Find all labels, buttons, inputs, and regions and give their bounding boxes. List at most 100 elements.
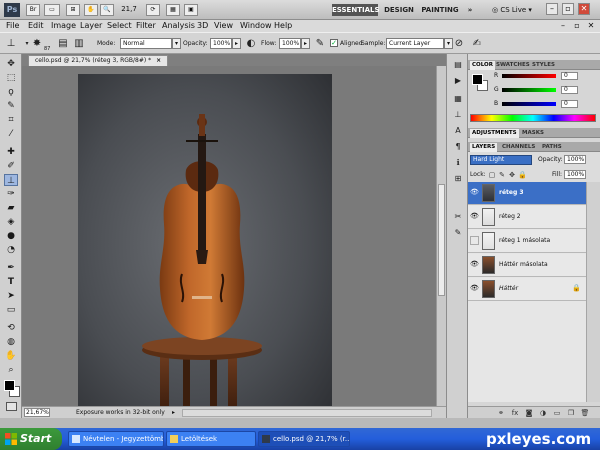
doc-restore-button[interactable]: ▫ [572,21,582,31]
workspace-painting[interactable]: PAINTING [420,4,460,16]
brush-panel-icon[interactable]: ▦ [452,94,464,104]
delete-layer-icon[interactable]: 🗑 [580,408,590,418]
menu-3d[interactable]: 3D [197,21,208,31]
workspace-design[interactable]: DESIGN [382,4,416,16]
history-panel-icon[interactable]: ▤ [452,60,464,70]
foreground-color-swatch[interactable] [4,380,15,391]
menu-layer[interactable]: Layer [80,21,102,31]
workspace-essentials[interactable]: ESSENTIALS [332,4,380,16]
tool-presets-icon[interactable]: ✂ [452,212,464,222]
layer-style-icon[interactable]: fx [510,408,520,418]
opacity-input[interactable]: 100% [210,38,232,49]
layer-row[interactable]: 👁 réteg 2 [468,206,586,229]
menu-filter[interactable]: Filter [136,21,156,31]
quick-selection-tool-icon[interactable]: ✎ [4,100,18,112]
info-panel-icon[interactable]: ℹ [452,158,464,168]
menu-image[interactable]: Image [51,21,76,31]
adjustment-layer-icon[interactable]: ◑ [538,408,548,418]
dodge-tool-icon[interactable]: ◔ [4,244,18,256]
pressure-size-icon[interactable]: ✍ [470,37,484,51]
healing-brush-tool-icon[interactable]: ✚ [4,146,18,158]
layer-name[interactable]: Háttér [499,285,518,293]
taskbar-downloads-button[interactable]: Letöltések [166,431,256,447]
tab-channels[interactable]: CHANNELS [500,143,537,152]
lock-transparent-pixels-icon[interactable]: ▢ [488,171,496,179]
layer-name[interactable]: réteg 1 másolata [499,237,550,245]
fill-input[interactable]: 100% [564,170,586,179]
layer-row[interactable]: 👁 Háttér 🔒 [468,278,586,301]
sample-select[interactable]: Current Layer [386,38,444,49]
taskbar-notepad-button[interactable]: Névtelen - Jegyzettömb [68,431,164,447]
canvas-horizontal-scrollbar[interactable] [182,409,432,417]
bridge-button[interactable]: Br [26,4,40,16]
zoom-tool-icon[interactable]: ⌕ [4,364,18,376]
start-button[interactable]: Start [0,428,62,450]
character-panel-icon[interactable]: A [452,126,464,136]
restore-button[interactable]: ▫ [562,3,574,15]
canvas-viewport[interactable] [22,66,446,414]
tab-layers[interactable]: LAYERS [470,143,498,152]
move-tool-icon[interactable]: ✥ [4,58,18,70]
zoom-tool-button[interactable]: 🔍 [100,4,114,16]
new-group-icon[interactable]: ▭ [552,408,562,418]
layer-row[interactable]: réteg 1 másolata [468,230,586,253]
layer-name[interactable]: Háttér másolata [499,261,548,269]
crop-tool-icon[interactable]: ⌗ [4,114,18,126]
menu-select[interactable]: Select [107,21,132,31]
layer-name[interactable]: réteg 3 [499,189,524,197]
history-brush-tool-icon[interactable]: ✑ [4,188,18,200]
eye-icon[interactable]: 👁 [470,212,479,221]
type-tool-icon[interactable]: T [4,276,18,288]
menu-window[interactable]: Window [240,21,272,31]
color-panel-foreground-swatch[interactable] [472,74,483,85]
lock-image-pixels-icon[interactable]: ✎ [498,171,506,179]
eraser-tool-icon[interactable]: ▰ [4,202,18,214]
document-tab[interactable]: cello.psd @ 21,7% (réteg 3, RGB/8#) * × [28,55,169,66]
airbrush-icon[interactable]: ✎ [313,37,327,51]
clone-stamp-tool-icon-active[interactable]: ⊥ [4,174,18,186]
ignore-adjustment-layers-icon[interactable]: ⊘ [452,37,466,51]
document-tab-close-icon[interactable]: × [156,57,161,64]
lock-all-icon[interactable]: 🔒 [518,171,527,179]
add-mask-icon[interactable]: ◙ [524,408,534,418]
screen-mode-button[interactable]: ▣ [184,4,198,16]
eyedropper-tool-icon[interactable]: ⁄ [4,128,18,140]
red-channel-slider[interactable] [502,74,556,78]
3d-orbit-tool-icon[interactable]: ◍ [4,336,18,348]
quick-mask-button[interactable] [6,402,17,411]
view-extras-button[interactable]: ⊞ [66,4,80,16]
canvas-image[interactable] [78,74,332,414]
hand-tool-icon[interactable]: ✋ [4,350,18,362]
vertical-scroll-thumb[interactable] [438,184,445,296]
paint-bucket-tool-icon[interactable]: ◈ [4,216,18,228]
navigator-panel-icon[interactable]: ⊞ [452,174,464,184]
tab-paths[interactable]: PATHS [540,143,564,152]
flow-input[interactable]: 100% [279,38,301,49]
clone-source-panel-icon[interactable]: ⊥ [452,110,464,120]
clone-source-icon[interactable]: ▥ [72,37,86,51]
blend-mode-select[interactable]: Hard Light [470,155,532,165]
status-zoom-input[interactable]: 21,67% [24,408,50,417]
brush-panel-icon[interactable]: ▤ [56,37,70,51]
tab-adjustments[interactable]: ADJUSTMENTS [470,129,519,138]
eye-icon[interactable]: 👁 [470,260,479,269]
menu-edit[interactable]: Edit [28,21,44,31]
flow-dropdown-arrow[interactable]: ▸ [301,38,310,49]
doc-close-button[interactable]: ✕ [586,21,596,31]
layer-name[interactable]: réteg 2 [499,213,521,221]
blue-channel-input[interactable]: 0 [561,100,578,108]
brush-tool-icon[interactable]: ✐ [4,160,18,172]
notes-panel-icon[interactable]: ✎ [452,228,464,238]
zoom-level-readout[interactable]: 21,7 [118,4,140,16]
paragraph-panel-icon[interactable]: ¶ [452,142,464,152]
lock-position-icon[interactable]: ✥ [508,171,516,179]
layers-scrollbar[interactable] [586,182,600,402]
cs-live-button[interactable]: ◎ CS Live ▾ [492,4,532,16]
close-button[interactable]: ✕ [578,3,590,15]
mode-dropdown-arrow[interactable]: ▾ [172,38,181,49]
path-selection-tool-icon[interactable]: ➤ [4,290,18,302]
workspace-more-button[interactable]: » [464,4,476,16]
actions-panel-icon[interactable]: ▶ [452,76,464,86]
mode-select[interactable]: Normal [120,38,172,49]
menu-analysis[interactable]: Analysis [162,21,195,31]
